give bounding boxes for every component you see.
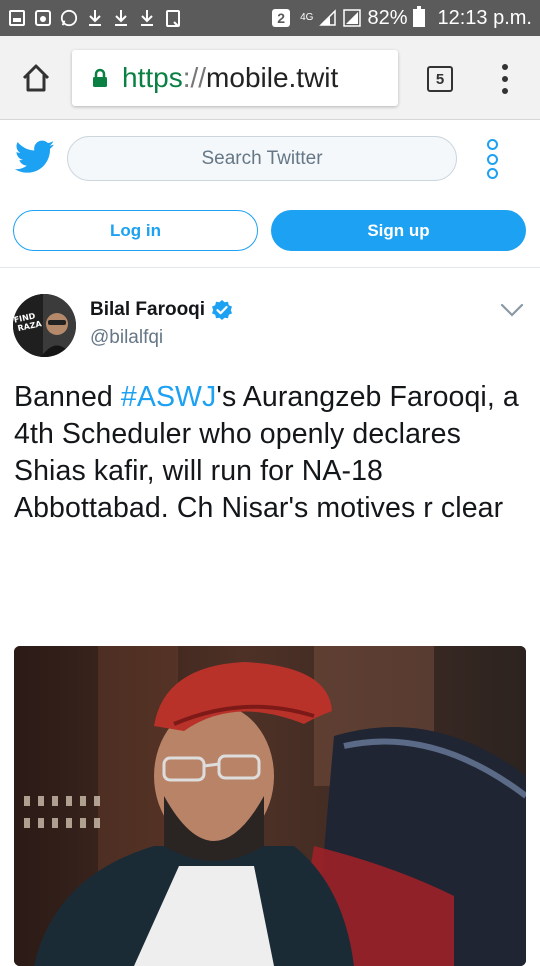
url-scheme: https (122, 62, 183, 93)
login-button[interactable]: Log in (13, 210, 258, 251)
url-bar[interactable]: https://mobile.twit (72, 50, 398, 106)
search-input[interactable]: Search Twitter (67, 136, 457, 181)
signup-button[interactable]: Sign up (271, 210, 526, 251)
tab-switcher-button[interactable]: 5 (427, 66, 453, 92)
tweet-media-image[interactable] (14, 646, 526, 966)
twitter-header: Search Twitter Log in Sign up (0, 121, 540, 268)
clipboard-icon (164, 9, 182, 27)
verified-badge-icon (211, 299, 233, 321)
lock-icon (92, 68, 108, 88)
whatsapp-icon (60, 9, 78, 27)
tweet-text: Banned #ASWJ's Aurangzeb Farooqi, a 4th … (14, 379, 526, 527)
tweet-text-prefix: Banned (14, 381, 121, 413)
notification-icons (8, 9, 182, 27)
battery-icon (413, 6, 426, 27)
download-icon (138, 9, 156, 27)
avatar[interactable]: FIND RAZA (13, 294, 76, 357)
sim-badge: 2 (272, 9, 291, 27)
status-bar: 2 4G 82% 12:13 p.m. (0, 0, 540, 36)
author-name[interactable]: Bilal Farooqi (90, 299, 233, 321)
signal-icon (319, 9, 337, 27)
clock: 12:13 p.m. (437, 6, 532, 29)
hashtag-link[interactable]: #ASWJ (121, 381, 217, 413)
more-options-icon[interactable] (484, 139, 500, 179)
url-separator: :// (182, 62, 207, 93)
download-icon (112, 9, 130, 27)
overflow-menu-icon[interactable] (498, 64, 512, 94)
tweet-card: FIND RAZA Bilal Farooqi @bilalfqi Banned… (0, 268, 540, 966)
image-icon (8, 9, 26, 27)
signal-icon (343, 9, 362, 27)
home-icon[interactable] (18, 60, 54, 96)
system-status: 2 4G 82% 12:13 p.m. (272, 6, 532, 30)
twitter-logo-icon[interactable] (14, 139, 55, 175)
download-icon (86, 9, 104, 27)
chevron-down-icon[interactable] (500, 302, 524, 318)
browser-toolbar: https://mobile.twit 5 (0, 36, 540, 120)
url-text[interactable]: https://mobile.twit (122, 62, 338, 94)
lock-app-icon (34, 9, 52, 27)
url-host: mobile.twit (206, 62, 339, 93)
author-handle[interactable]: @bilalfqi (90, 327, 163, 349)
battery-percent: 82% (367, 6, 408, 29)
network-type-label: 4G (300, 12, 314, 23)
author-name-text[interactable]: Bilal Farooqi (90, 299, 205, 321)
